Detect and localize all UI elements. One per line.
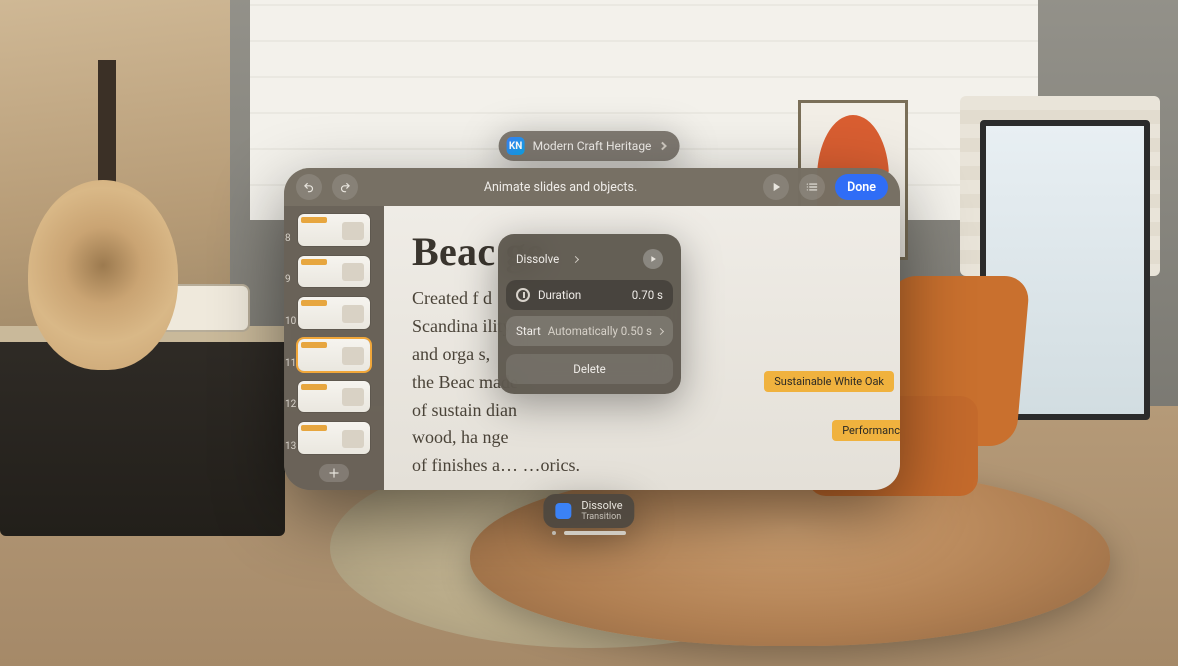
handle-bar xyxy=(564,531,626,535)
thumb-illustration xyxy=(342,263,364,281)
slide-thumb-12[interactable]: 12 xyxy=(298,381,370,413)
slide-number: 8 xyxy=(285,233,291,244)
transition-header[interactable]: Dissolve xyxy=(506,244,673,274)
thumb-title-chip xyxy=(301,259,327,265)
thumb-title-chip xyxy=(301,300,327,306)
slide-navigator[interactable]: 8 9 10 11 12 13 xyxy=(284,206,384,490)
chip-subtitle: Transition xyxy=(581,512,622,522)
chip-title: Dissolve xyxy=(581,500,622,512)
toolbar-title: Animate slides and objects. xyxy=(368,180,753,195)
thumb-illustration xyxy=(342,305,364,323)
list-icon xyxy=(805,180,819,194)
toolbar: Animate slides and objects. Done xyxy=(284,168,900,206)
preview-transition-button[interactable] xyxy=(643,249,663,269)
transition-thumbnail-icon xyxy=(555,503,571,519)
done-button[interactable]: Done xyxy=(835,174,888,200)
document-title-pill[interactable]: KN Modern Craft Heritage xyxy=(499,131,680,161)
annotation-sustainable-oak[interactable]: Sustainable White Oak xyxy=(764,371,894,392)
delete-transition-button[interactable]: Delete xyxy=(506,354,673,384)
slide-thumb-11[interactable]: 11 xyxy=(298,339,370,371)
duration-row[interactable]: Duration 0.70 s xyxy=(506,280,673,310)
thumb-illustration xyxy=(342,222,364,240)
thumb-title-chip xyxy=(301,217,327,223)
chevron-right-icon xyxy=(572,255,579,262)
transition-popover: Dissolve Duration 0.70 s Start Automatic… xyxy=(498,234,681,394)
document-title: Modern Craft Heritage xyxy=(533,139,652,153)
slide-thumb-13[interactable]: 13 xyxy=(298,422,370,454)
plus-icon xyxy=(327,466,341,480)
undo-icon xyxy=(302,180,316,194)
thumb-title-chip xyxy=(301,425,327,431)
redo-icon xyxy=(338,180,352,194)
annotation-performance[interactable]: Performanc xyxy=(832,420,900,441)
slide-number: 9 xyxy=(285,274,291,285)
thumb-illustration xyxy=(342,430,364,448)
thumb-illustration xyxy=(342,388,364,406)
transition-name: Dissolve xyxy=(516,252,559,266)
dot-icon xyxy=(552,531,556,535)
undo-button[interactable] xyxy=(296,174,322,200)
start-row[interactable]: Start Automatically 0.50 s xyxy=(506,316,673,346)
chevron-right-icon xyxy=(658,142,666,150)
thumb-illustration xyxy=(342,347,364,365)
play-icon xyxy=(769,180,783,194)
slide-thumb-8[interactable]: 8 xyxy=(298,214,370,246)
chevron-right-icon xyxy=(657,327,664,334)
build-order-chip[interactable]: Dissolve Transition xyxy=(543,494,634,528)
app-icon: KN xyxy=(507,137,525,155)
slide-number: 12 xyxy=(285,399,296,410)
slide-number: 13 xyxy=(285,441,296,452)
duration-value: 0.70 s xyxy=(632,288,663,302)
list-button[interactable] xyxy=(799,174,825,200)
slide-number: 11 xyxy=(285,358,296,369)
guitar xyxy=(20,60,195,380)
clock-icon xyxy=(516,288,530,302)
redo-button[interactable] xyxy=(332,174,358,200)
window-resize-handle[interactable] xyxy=(552,531,626,535)
slide-thumb-9[interactable]: 9 xyxy=(298,256,370,288)
play-icon xyxy=(648,254,658,264)
add-slide-button[interactable] xyxy=(319,464,349,482)
start-value: Automatically 0.50 s xyxy=(548,324,652,338)
start-label: Start xyxy=(516,324,541,338)
slide-thumb-10[interactable]: 10 xyxy=(298,297,370,329)
play-button[interactable] xyxy=(763,174,789,200)
duration-label: Duration xyxy=(538,288,581,302)
delete-label: Delete xyxy=(573,362,605,376)
thumb-title-chip xyxy=(301,342,327,348)
thumb-title-chip xyxy=(301,384,327,390)
slide-number: 10 xyxy=(285,316,296,327)
